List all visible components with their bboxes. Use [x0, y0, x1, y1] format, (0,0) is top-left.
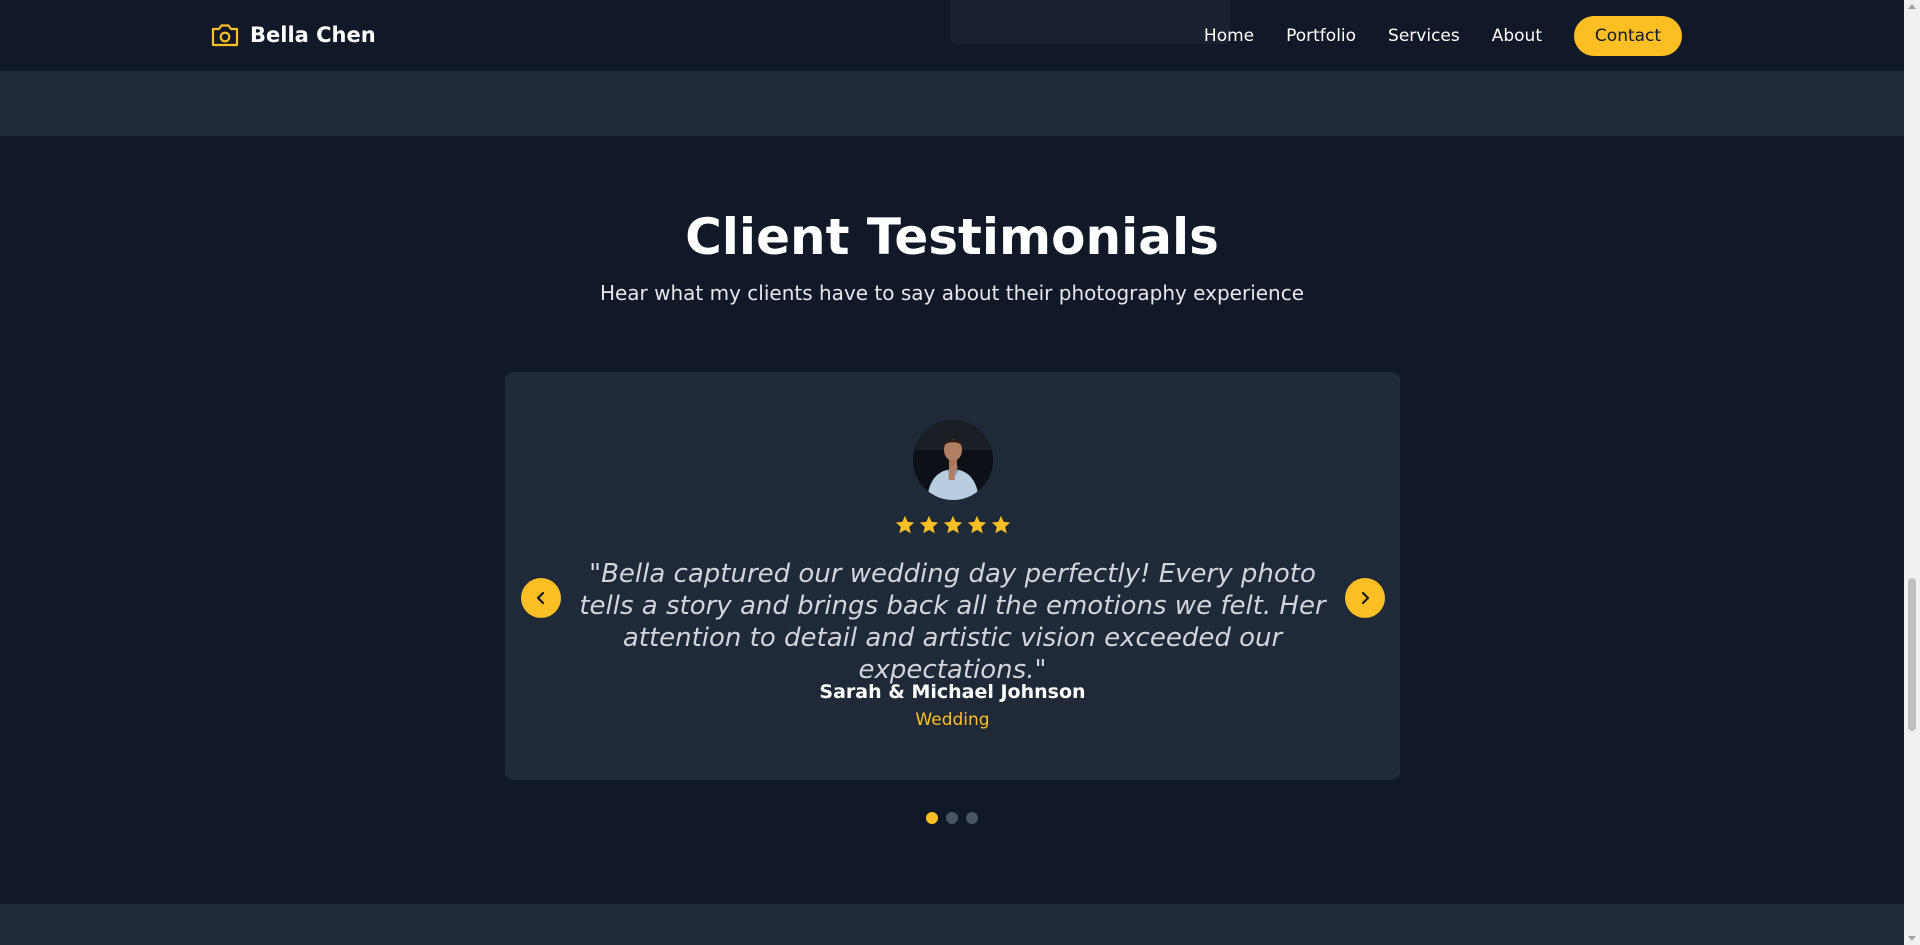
nav-services[interactable]: Services [1388, 26, 1460, 46]
contact-button[interactable]: Contact [1574, 16, 1682, 56]
star-icon [895, 515, 914, 534]
scrollbar-thumb[interactable] [1908, 578, 1916, 731]
next-testimonial-button[interactable] [1345, 578, 1385, 618]
scroll-up-icon[interactable] [1908, 4, 1916, 9]
carousel-dot[interactable] [966, 812, 978, 824]
client-avatar [913, 420, 993, 500]
brand-logo[interactable]: Bella Chen [210, 22, 376, 48]
nav-home[interactable]: Home [1204, 26, 1254, 46]
nav-portfolio[interactable]: Portfolio [1286, 26, 1356, 46]
main-nav: Home Portfolio Services About Contact [1172, 16, 1682, 56]
client-photo [913, 420, 993, 500]
camera-icon [211, 24, 239, 47]
star-icon [919, 515, 938, 534]
next-section-band [0, 904, 1904, 945]
section-subtitle: Hear what my clients have to say about t… [599, 281, 1305, 305]
previous-section-band [0, 72, 1904, 136]
site-header: Bella Chen Home Portfolio Services About… [0, 0, 1904, 72]
rating-stars [505, 514, 1400, 536]
star-icon [967, 515, 986, 534]
nav-about[interactable]: About [1492, 26, 1542, 46]
carousel-dot[interactable] [926, 812, 938, 824]
star-icon [991, 515, 1010, 534]
chevron-left-icon [536, 591, 545, 605]
section-title: Client Testimonials [685, 208, 1219, 266]
testimonial-card: "Bella captured our wedding day perfectl… [505, 372, 1400, 780]
carousel-dot[interactable] [946, 812, 958, 824]
testimonial-quote: "Bella captured our wedding day perfectl… [579, 559, 1326, 685]
chevron-right-icon [1361, 591, 1370, 605]
page-scrollbar[interactable] [1904, 0, 1920, 945]
previous-testimonial-button[interactable] [521, 578, 561, 618]
scroll-down-icon[interactable] [1908, 936, 1916, 941]
client-name: Sarah & Michael Johnson [819, 681, 1086, 703]
brand-name: Bella Chen [250, 23, 376, 47]
client-session-type: Wedding [915, 710, 990, 730]
carousel-dots [0, 812, 1904, 824]
star-icon [943, 515, 962, 534]
